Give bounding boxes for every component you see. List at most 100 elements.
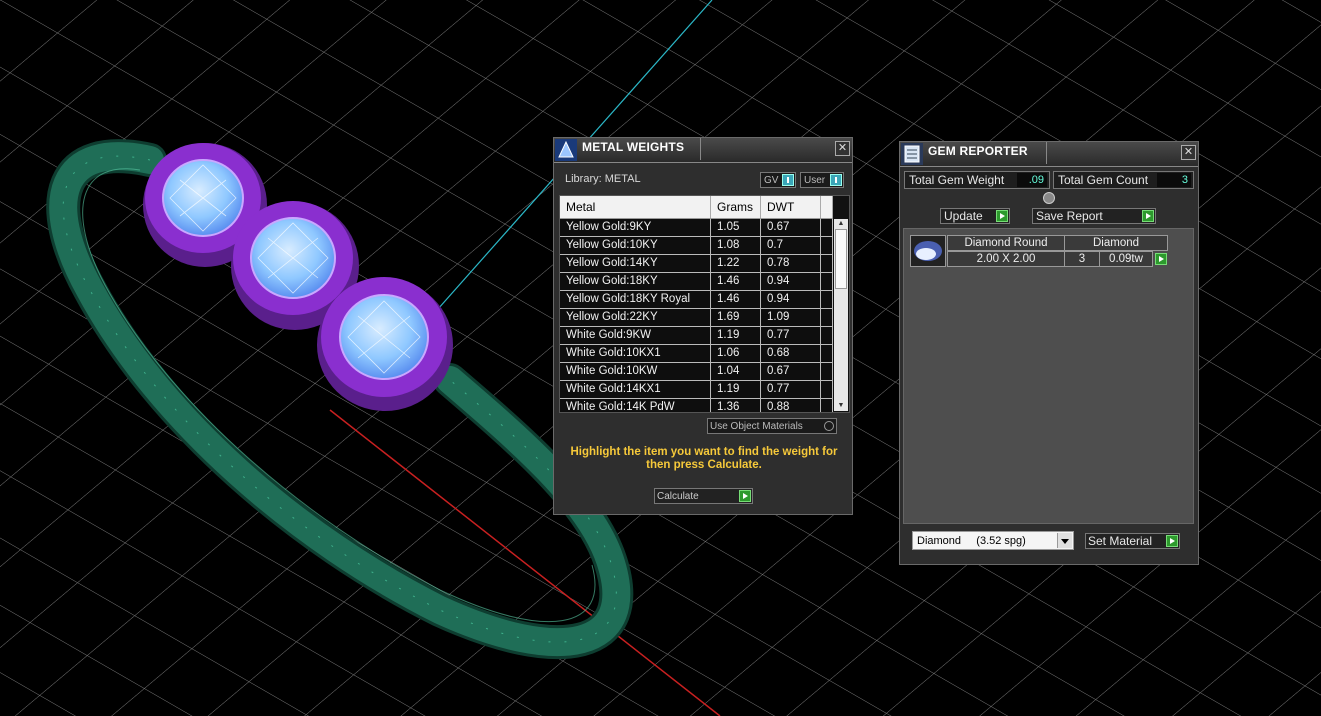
library-label: Library: METAL (565, 173, 641, 185)
title-tab-divider (900, 142, 1047, 164)
use-object-materials-radio[interactable] (824, 421, 834, 431)
cell-dwt: 0.94 (761, 273, 821, 290)
table-row[interactable]: Yellow Gold:9KY 1.05 0.67 (560, 219, 833, 237)
scroll-thumb[interactable] (835, 229, 847, 289)
user-toggle[interactable]: User (800, 172, 844, 188)
total-gem-count-box: Total Gem Count 3 (1053, 171, 1194, 189)
gv-toggle[interactable]: GV (760, 172, 796, 188)
cell-grams: 1.69 (711, 309, 761, 326)
chevron-down-icon[interactable] (1057, 533, 1072, 548)
material-select[interactable]: Diamond (3.52 spg) (912, 531, 1074, 550)
user-toggle-switch[interactable] (830, 174, 842, 186)
gem-reporter-titlebar[interactable]: GEM REPORTER ✕ (900, 142, 1198, 167)
cell-grams: 1.08 (711, 237, 761, 254)
calculate-label: Calculate (657, 491, 699, 502)
table-row[interactable]: Yellow Gold:18KY 1.46 0.94 (560, 273, 833, 291)
save-report-button[interactable]: Save Report (1032, 208, 1156, 224)
update-label: Update (944, 209, 983, 223)
gem-row-action-button[interactable] (1153, 251, 1172, 267)
table-row[interactable]: White Gold:14K PdW 1.36 0.88 (560, 399, 833, 412)
total-gem-weight-label: Total Gem Weight (909, 173, 1005, 187)
cell-dwt: 0.78 (761, 255, 821, 272)
metal-weights-panel: METAL WEIGHTS ✕ Library: METAL GV User M… (553, 137, 853, 515)
cell-spacer (821, 273, 833, 290)
cell-metal: White Gold:10KX1 (560, 345, 711, 362)
collapse-toggle-icon[interactable] (1043, 192, 1055, 204)
cell-dwt: 0.7 (761, 237, 821, 254)
table-row[interactable]: Yellow Gold:10KY 1.08 0.7 (560, 237, 833, 255)
instruction-text: Highlight the item you want to find the … (570, 446, 838, 471)
cell-grams: 1.04 (711, 363, 761, 380)
save-report-label: Save Report (1036, 209, 1103, 223)
cell-metal: Yellow Gold:18KY (560, 273, 711, 290)
play-arrow-icon (1142, 210, 1154, 222)
gem-reporter-panel: GEM REPORTER ✕ Total Gem Weight .09 Tota… (899, 141, 1199, 565)
column-header-spacer (821, 196, 833, 218)
play-arrow-icon (1166, 535, 1178, 547)
cell-metal: Yellow Gold:18KY Royal (560, 291, 711, 308)
play-arrow-icon (1155, 253, 1167, 265)
total-gem-count-label: Total Gem Count (1058, 173, 1149, 187)
cell-metal: Yellow Gold:22KY (560, 309, 711, 326)
column-header-grams[interactable]: Grams (711, 196, 761, 218)
update-button[interactable]: Update (940, 208, 1010, 224)
table-row[interactable]: White Gold:10KW 1.04 0.67 (560, 363, 833, 381)
cell-dwt: 0.67 (761, 363, 821, 380)
cell-dwt: 0.94 (761, 291, 821, 308)
cell-dwt: 0.67 (761, 219, 821, 236)
cell-grams: 1.22 (711, 255, 761, 272)
cell-grams: 1.19 (711, 381, 761, 398)
gv-toggle-switch[interactable] (782, 174, 794, 186)
total-gem-count-value: 3 (1157, 173, 1191, 187)
table-row[interactable]: White Gold:10KX1 1.06 0.68 (560, 345, 833, 363)
play-arrow-icon (996, 210, 1008, 222)
cell-spacer (821, 345, 833, 362)
cell-spacer (821, 399, 833, 412)
cell-grams: 1.46 (711, 291, 761, 308)
use-object-materials-option[interactable]: Use Object Materials (707, 418, 837, 434)
table-row[interactable]: Yellow Gold:14KY 1.22 0.78 (560, 255, 833, 273)
set-material-button[interactable]: Set Material (1085, 533, 1180, 549)
gem-thumbnail[interactable] (910, 235, 946, 267)
metal-weights-close-button[interactable]: ✕ (835, 141, 850, 156)
calculate-button[interactable]: Calculate (654, 488, 753, 504)
total-gem-weight-value: .09 (1017, 173, 1047, 187)
title-tab-divider (554, 138, 701, 160)
use-object-materials-label: Use Object Materials (710, 421, 803, 432)
cell-metal: Yellow Gold:10KY (560, 237, 711, 254)
user-toggle-label: User (804, 175, 826, 186)
gem-material-cell: Diamond (1064, 235, 1168, 251)
cell-dwt: 1.09 (761, 309, 821, 326)
cell-dwt: 0.88 (761, 399, 821, 412)
table-row[interactable]: White Gold:14KX1 1.19 0.77 (560, 381, 833, 399)
gem-list: Diamond Round Diamond 2.00 X 2.00 3 0.09… (903, 228, 1194, 524)
column-header-metal[interactable]: Metal (560, 196, 711, 218)
scroll-up-arrow-icon[interactable]: ▲ (834, 219, 848, 229)
cell-spacer (821, 363, 833, 380)
table-row[interactable]: Yellow Gold:22KY 1.69 1.09 (560, 309, 833, 327)
cell-metal: Yellow Gold:14KY (560, 255, 711, 272)
cell-dwt: 0.68 (761, 345, 821, 362)
cell-spacer (821, 309, 833, 326)
gem-count-cell: 3 (1064, 251, 1100, 267)
scroll-down-arrow-icon[interactable]: ▼ (834, 401, 848, 411)
cell-spacer (821, 237, 833, 254)
table-row[interactable]: White Gold:9KW 1.19 0.77 (560, 327, 833, 345)
cell-grams: 1.36 (711, 399, 761, 412)
metal-weights-titlebar[interactable]: METAL WEIGHTS ✕ (554, 138, 852, 163)
cell-metal: White Gold:10KW (560, 363, 711, 380)
column-header-dwt[interactable]: DWT (761, 196, 821, 218)
cell-grams: 1.06 (711, 345, 761, 362)
cell-spacer (821, 327, 833, 344)
gem-reporter-close-button[interactable]: ✕ (1181, 145, 1196, 160)
cell-dwt: 0.77 (761, 381, 821, 398)
cell-spacer (821, 255, 833, 272)
cell-dwt: 0.77 (761, 327, 821, 344)
table-scrollbar[interactable]: ▲ ▼ (834, 219, 848, 411)
table-body: Yellow Gold:9KY 1.05 0.67 Yellow Gold:10KY 1… (560, 219, 833, 412)
total-gem-weight-box: Total Gem Weight .09 (904, 171, 1050, 189)
cell-spacer (821, 219, 833, 236)
cell-metal: White Gold:9KW (560, 327, 711, 344)
cell-grams: 1.46 (711, 273, 761, 290)
table-row[interactable]: Yellow Gold:18KY Royal 1.46 0.94 (560, 291, 833, 309)
